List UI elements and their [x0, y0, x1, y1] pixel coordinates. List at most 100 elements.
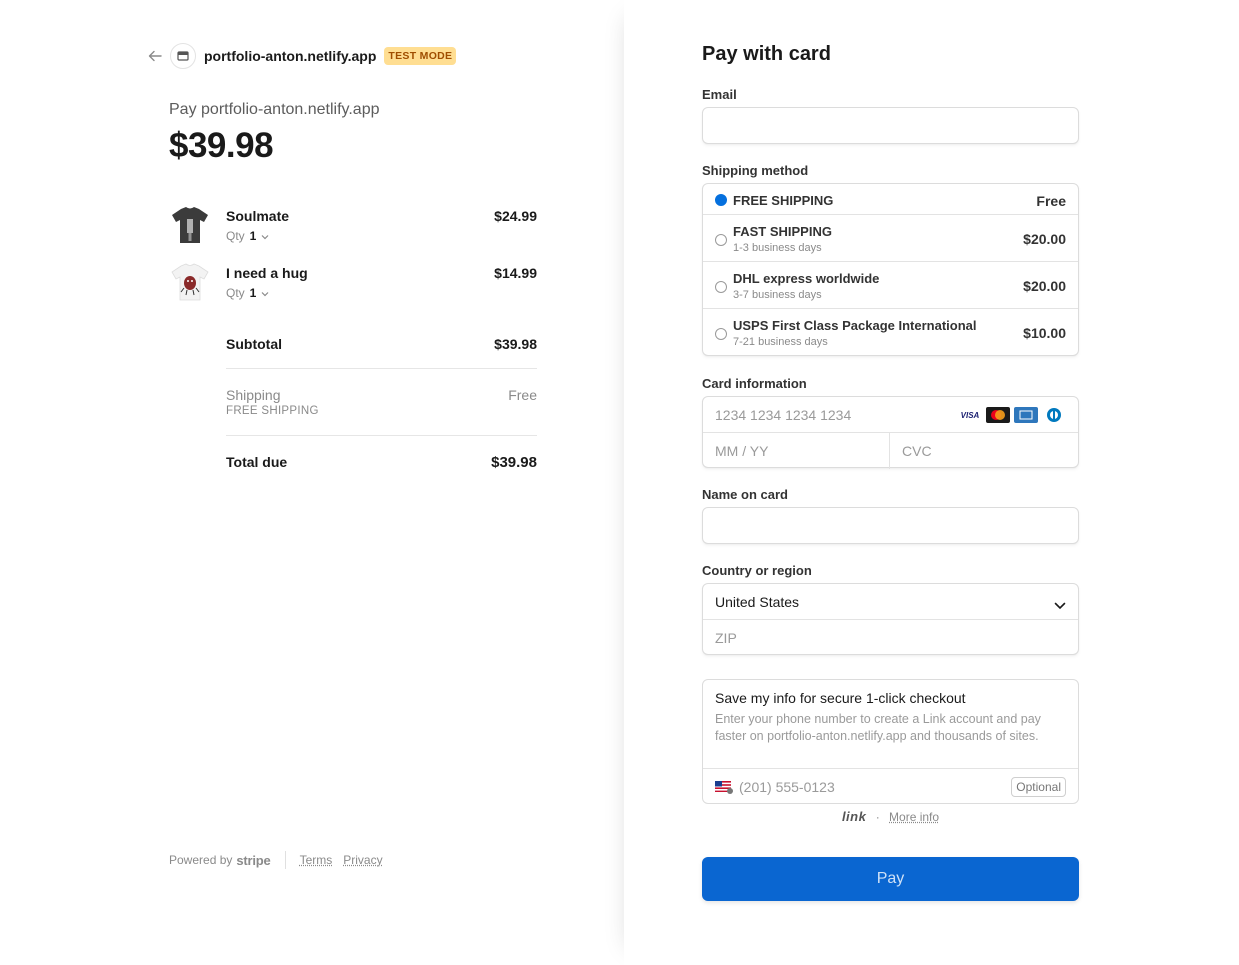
shipping-option-name: FREE SHIPPING [733, 193, 834, 208]
expiry-placeholder: MM / YY [715, 443, 769, 459]
country-label: Country or region [702, 563, 812, 578]
total-amount: $39.98 [169, 126, 274, 165]
item-price: $14.99 [494, 265, 537, 281]
privacy-link[interactable]: Privacy [343, 853, 382, 867]
name-on-card-label: Name on card [702, 487, 788, 502]
zip-placeholder: ZIP [715, 630, 737, 646]
shipping-option-price: $20.00 [1023, 231, 1066, 247]
email-field[interactable] [702, 107, 1079, 144]
amex-icon [1014, 407, 1038, 423]
subtotal-value: $39.98 [494, 336, 537, 352]
cvc-field[interactable]: CVC [890, 433, 1078, 469]
shipping-row: Shipping FREE SHIPPING Free [226, 387, 537, 417]
pay-button[interactable]: Pay [702, 857, 1079, 901]
item-name: Soulmate [226, 208, 290, 224]
shipping-option-price: $20.00 [1023, 278, 1066, 294]
divider [226, 435, 537, 436]
link-branding-row: link · More info [702, 809, 1079, 824]
quantity-value: 1 [249, 286, 257, 300]
quantity-selector[interactable]: Qty 1 [226, 229, 269, 243]
link-save-info-box: Save my info for secure 1-click checkout… [702, 679, 1079, 804]
footer: Powered by stripe Terms Privacy [169, 851, 394, 869]
merchant-name: portfolio-anton.netlify.app [204, 48, 377, 64]
card-info-group: 1234 1234 1234 1234 VISA MM / YY CVC [702, 396, 1079, 469]
card-info-label: Card information [702, 376, 807, 391]
shipping-label: Shipping [226, 387, 281, 403]
shipping-method-group: FREE SHIPPING Free FAST SHIPPING 1-3 bus… [702, 183, 1079, 356]
merchant-header: portfolio-anton.netlify.app TEST MODE [146, 43, 457, 69]
shipping-method-label: FREE SHIPPING [226, 405, 319, 417]
shipping-option-name: FAST SHIPPING [733, 224, 832, 239]
quantity-value: 1 [249, 229, 257, 243]
country-value: United States [715, 594, 800, 610]
radio-button[interactable] [715, 328, 727, 340]
link-logo: link [841, 809, 867, 824]
mastercard-icon [986, 407, 1010, 423]
item-name: I need a hug [226, 265, 308, 281]
quantity-label: Qty [226, 286, 245, 300]
terms-link[interactable]: Terms [300, 853, 333, 867]
product-thumbnail [169, 204, 211, 246]
country-select[interactable]: United States [703, 584, 1078, 620]
test-mode-badge: TEST MODE [384, 47, 457, 65]
chevron-down-icon [1054, 597, 1066, 615]
link-separator: · [875, 810, 880, 824]
radio-button[interactable] [715, 234, 727, 246]
quantity-selector[interactable]: Qty 1 [226, 286, 269, 300]
store-icon [170, 43, 196, 69]
subtotal-row: Subtotal $39.98 [226, 336, 537, 352]
shipping-option-desc: 7-21 business days [733, 336, 828, 348]
diners-icon [1042, 407, 1066, 423]
shipping-option-free[interactable]: FREE SHIPPING Free [703, 184, 1078, 215]
total-value: $39.98 [491, 454, 537, 471]
shipping-value: Free [508, 387, 537, 403]
back-arrow-icon[interactable] [146, 47, 164, 65]
footer-separator [284, 851, 286, 869]
card-brand-icons: VISA [958, 407, 1066, 423]
line-item: I need a hug Qty 1 $14.99 [169, 261, 537, 305]
pay-merchant-label: Pay portfolio-anton.netlify.app [169, 101, 380, 118]
country-zip-group: United States ZIP [702, 583, 1079, 655]
shipping-option-name: DHL express worldwide [733, 271, 880, 286]
shipping-option-fast[interactable]: FAST SHIPPING 1-3 business days $20.00 [703, 215, 1078, 262]
phone-field[interactable]: (201) 555-0123 Optional [703, 768, 1078, 804]
expiry-field[interactable]: MM / YY [703, 433, 890, 469]
shipping-option-name: USPS First Class Package International [733, 318, 977, 333]
shipping-option-usps[interactable]: USPS First Class Package International 7… [703, 309, 1078, 356]
radio-button[interactable] [715, 281, 727, 293]
shipping-option-price: Free [1036, 193, 1066, 209]
card-number-field[interactable]: 1234 1234 1234 1234 VISA [703, 397, 1078, 433]
optional-badge: Optional [1011, 777, 1066, 797]
card-number-placeholder: 1234 1234 1234 1234 [715, 407, 852, 423]
save-info-description: Enter your phone number to create a Link… [715, 712, 1041, 743]
stripe-logo[interactable]: stripe [236, 853, 270, 868]
us-flag-icon [715, 780, 733, 799]
more-info-link[interactable]: More info [889, 810, 939, 824]
radio-selected[interactable] [715, 194, 727, 206]
powered-by-label: Powered by [169, 853, 233, 867]
item-price: $24.99 [494, 208, 537, 224]
form-title: Pay with card [702, 43, 831, 65]
total-row: Total due $39.98 [226, 454, 537, 471]
visa-icon: VISA [958, 407, 982, 423]
save-info-title: Save my info for secure 1-click checkout [715, 690, 966, 706]
shipping-method-label: Shipping method [702, 163, 809, 178]
line-item: Soulmate Qty 1 $24.99 [169, 204, 537, 248]
email-label: Email [702, 87, 737, 102]
shipping-option-desc: 1-3 business days [733, 242, 822, 254]
order-summary-panel: portfolio-anton.netlify.app TEST MODE Pa… [0, 0, 624, 965]
shipping-option-price: $10.00 [1023, 325, 1066, 341]
subtotal-label: Subtotal [226, 336, 282, 352]
product-thumbnail [169, 261, 211, 303]
chevron-down-icon [261, 286, 269, 300]
card-expiry-cvc-row: MM / YY CVC [703, 433, 1078, 469]
shipping-option-dhl[interactable]: DHL express worldwide 3-7 business days … [703, 262, 1078, 309]
chevron-down-icon [261, 229, 269, 243]
quantity-label: Qty [226, 229, 245, 243]
cvc-placeholder: CVC [902, 443, 932, 459]
divider [226, 368, 537, 369]
name-on-card-field[interactable] [702, 507, 1079, 544]
zip-field[interactable]: ZIP [703, 620, 1078, 656]
shipping-option-desc: 3-7 business days [733, 289, 822, 301]
phone-placeholder: (201) 555-0123 [739, 779, 835, 795]
